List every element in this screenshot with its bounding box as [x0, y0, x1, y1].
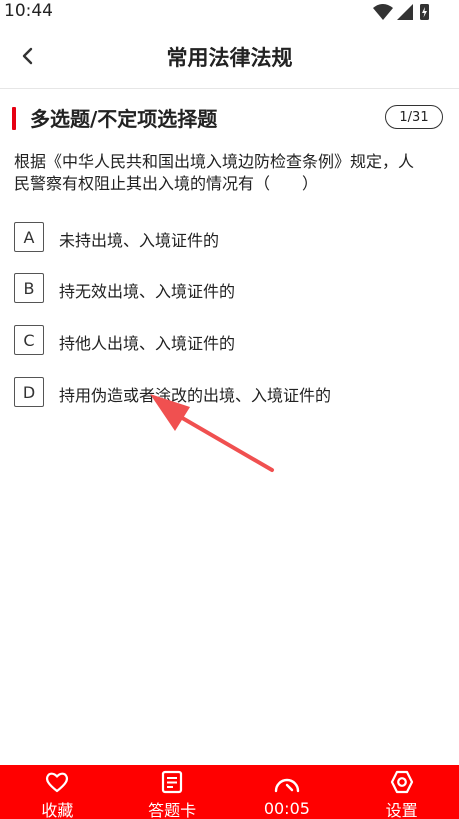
header-divider — [0, 88, 459, 89]
option-letter-box[interactable]: A — [14, 222, 44, 252]
tab-favorite[interactable]: 收藏 — [0, 765, 115, 819]
tab-label: 答题卡 — [148, 801, 197, 819]
option-text[interactable]: 持他人出境、入境证件的 — [59, 330, 235, 354]
answer-sheet-icon — [158, 769, 186, 795]
option-letter-box[interactable]: B — [14, 273, 44, 303]
option-text[interactable]: 持无效出境、入境证件的 — [59, 278, 235, 302]
status-time: 10:44 — [4, 1, 53, 21]
question-type: 多选题/不定项选择题 — [30, 107, 218, 131]
tab-timer[interactable]: 00:05 — [230, 765, 345, 819]
option-text[interactable]: 持用伪造或者涂改的出境、入境证件的 — [59, 382, 331, 406]
tab-settings[interactable]: 设置 — [344, 765, 459, 819]
option-letter-box[interactable]: C — [14, 325, 44, 355]
option-b[interactable]: B 持无效出境、入境证件的 — [14, 273, 444, 305]
question-header: 多选题/不定项选择题 1/31 — [0, 100, 459, 136]
signal-icon — [397, 4, 413, 20]
tab-label: 设置 — [385, 801, 418, 819]
page-title: 常用法律法规 — [166, 46, 293, 70]
option-c[interactable]: C 持他人出境、入境证件的 — [14, 325, 444, 357]
tab-label: 收藏 — [41, 801, 74, 819]
option-d[interactable]: D 持用伪造或者涂改的出境、入境证件的 — [14, 377, 444, 409]
heart-icon — [43, 769, 71, 795]
option-letter-box[interactable]: D — [14, 377, 44, 407]
option-text[interactable]: 未持出境、入境证件的 — [59, 227, 219, 251]
status-bar: 10:44 — [0, 0, 459, 24]
settings-icon — [388, 769, 416, 795]
question-counter[interactable]: 1/31 — [385, 105, 443, 129]
tab-answer-sheet[interactable]: 答题卡 — [115, 765, 230, 819]
wifi-icon — [373, 4, 393, 20]
app-bar: 常用法律法规 — [0, 28, 459, 84]
question-accent-bar — [12, 107, 16, 130]
tab-label: 00:05 — [263, 799, 310, 818]
status-icons — [373, 4, 429, 20]
bottom-nav: 收藏 答题卡 00:05 设置 — [0, 765, 459, 819]
question-text: 根据《中华人民共和国出境入境边防检查条例》规定，人民警察有权阻止其出入境的情况有… — [14, 152, 415, 193]
timer-icon — [273, 769, 301, 797]
option-a[interactable]: A 未持出境、入境证件的 — [14, 222, 444, 254]
